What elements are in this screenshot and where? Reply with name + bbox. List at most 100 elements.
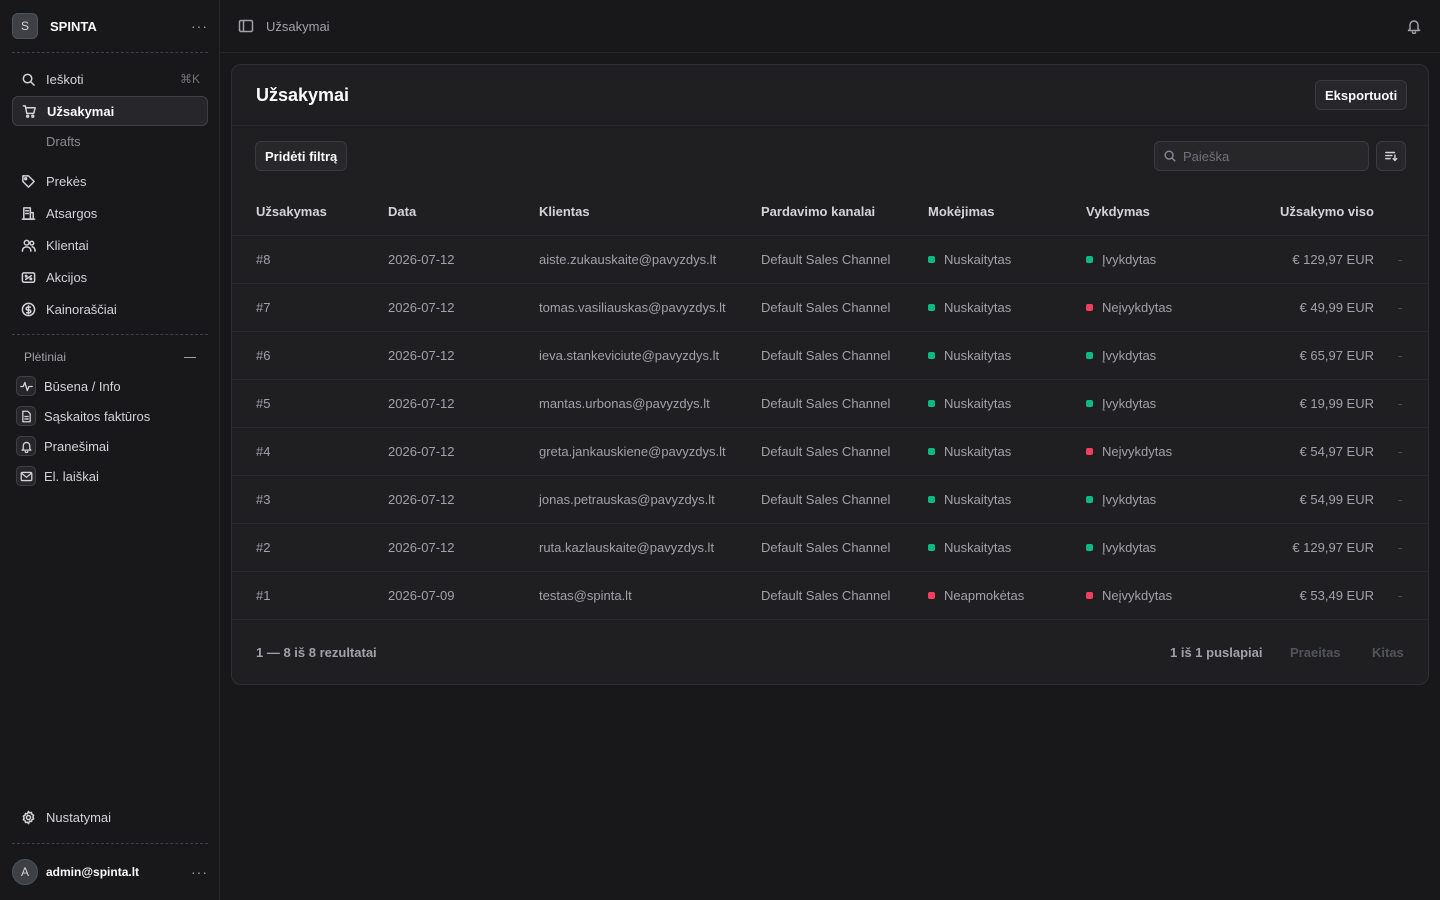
next-page-button[interactable]: Kitas (1372, 645, 1404, 660)
fulfillment-status-label: Neįvykdytas (1102, 588, 1173, 603)
status-dot (928, 352, 935, 359)
order-id: #8 (256, 252, 271, 267)
store-switcher[interactable]: S SPINTA ··· (12, 12, 208, 40)
sidebar-item-price-lists[interactable]: Kainoraščiai (12, 294, 208, 324)
row-action-button[interactable]: - (1398, 588, 1402, 603)
table-row[interactable]: #3 2026-07-12 jonas.petrauskas@pavyzdys.lt… (232, 476, 1428, 524)
order-id: #1 (256, 588, 271, 603)
order-date: 2026-07-09 (388, 588, 455, 603)
table-row[interactable]: #1 2026-07-09 testas@spinta.lt Default Sale… (232, 572, 1428, 620)
order-id: #3 (256, 492, 271, 507)
page-title: Užsakymai (256, 85, 350, 105)
add-filter-button[interactable]: Pridėti filtrą (255, 141, 348, 171)
status-dot (1086, 304, 1093, 311)
status-dot (928, 256, 935, 263)
order-date: 2026-07-12 (388, 444, 455, 459)
order-id: #7 (256, 300, 271, 315)
row-action-button[interactable]: - (1398, 396, 1402, 411)
receipt-icon (20, 269, 36, 285)
table-header: Užsakymas Data Klientas Pardavimo kanala… (232, 187, 1428, 236)
payment-status: Nuskaitytas (928, 300, 1011, 315)
user-menu[interactable]: A admin@spinta.lt ··· (12, 858, 208, 886)
sidebar-item-label: Nustatymai (46, 809, 112, 825)
order-total: € 53,49 EUR (1299, 588, 1374, 603)
column-header-fulfillment[interactable]: Vykdymas (1086, 204, 1150, 219)
row-action-button[interactable]: - (1398, 300, 1402, 315)
row-action-button[interactable]: - (1398, 540, 1402, 555)
tag-icon (20, 173, 36, 189)
sidebar-item-promotions[interactable]: Akcijos (12, 262, 208, 292)
sales-channel: Default Sales Channel (761, 444, 891, 459)
status-dot (928, 544, 935, 551)
table-row[interactable]: #8 2026-07-12 aiste.zukauskaite@pavyzdys.l… (232, 236, 1428, 284)
order-date: 2026-07-12 (388, 492, 455, 507)
avatar: A (12, 859, 38, 885)
column-header-payment[interactable]: Mokėjimas (928, 204, 994, 219)
payment-status-label: Nuskaitytas (944, 396, 1012, 411)
customer-email: jonas.petrauskas@pavyzdys.lt (539, 492, 715, 507)
sidebar-toggle-icon[interactable] (238, 18, 254, 34)
table-row[interactable]: #7 2026-07-12 tomas.vasiliauskas@pavyzdys.… (232, 284, 1428, 332)
sidebar-item-products[interactable]: Prekės (12, 166, 208, 196)
order-date: 2026-07-12 (388, 300, 455, 315)
status-dot (1086, 496, 1093, 503)
sidebar-search[interactable]: Ieškoti ⌘K (12, 64, 208, 94)
row-action-button[interactable]: - (1398, 252, 1402, 267)
extensions-section-header[interactable]: Plėtiniai (24, 350, 196, 364)
row-action-button[interactable]: - (1398, 348, 1402, 363)
sidebar-item-emails[interactable]: El. laiškai (12, 461, 208, 491)
sidebar-item-orders[interactable]: Užsakymai (12, 96, 208, 126)
sort-button[interactable] (1376, 141, 1406, 171)
user-email: admin@spinta.lt (46, 865, 140, 879)
sidebar-item-settings[interactable]: Nustatymai (12, 802, 208, 832)
search-field[interactable] (1154, 141, 1369, 171)
table-row[interactable]: #2 2026-07-12 ruta.kazlauskaite@pavyzdys.l… (232, 524, 1428, 572)
sidebar-item-invoices[interactable]: Sąskaitos faktūros (12, 401, 208, 431)
sidebar-item-inventory[interactable]: Atsargos (12, 198, 208, 228)
search-input[interactable] (1183, 148, 1353, 164)
gear-icon (20, 809, 36, 825)
customer-email: mantas.urbonas@pavyzdys.lt (539, 396, 710, 411)
payment-status-label: Neapmokėtas (944, 588, 1025, 603)
status-dot (1086, 592, 1093, 599)
payment-status: Neapmokėtas (928, 588, 1024, 603)
customer-email: aiste.zukauskaite@pavyzdys.lt (539, 252, 717, 267)
sidebar-search-label: Ieškoti (46, 71, 84, 87)
status-dot (928, 592, 935, 599)
sales-channel: Default Sales Channel (761, 492, 891, 507)
column-header-customer[interactable]: Klientas (539, 204, 590, 219)
sidebar-item-status[interactable]: Būsena / Info (12, 371, 208, 401)
column-header-channel[interactable]: Pardavimo kanalai (761, 204, 875, 219)
sidebar-item-customers[interactable]: Klientai (12, 230, 208, 260)
page-count: 1 iš 1 puslapiai (1170, 645, 1263, 660)
order-total: € 49,99 EUR (1299, 300, 1374, 315)
collapse-icon[interactable] (184, 356, 196, 358)
export-button[interactable]: Eksportuoti (1315, 80, 1408, 110)
store-menu-icon[interactable]: ··· (191, 18, 208, 34)
orders-card: Užsakymai Eksportuoti Pridėti filtrą Užs… (231, 64, 1429, 685)
row-action-button[interactable]: - (1398, 444, 1402, 459)
status-dot (1086, 448, 1093, 455)
order-id: #4 (256, 444, 271, 459)
row-action-button[interactable]: - (1398, 492, 1402, 507)
status-dot (928, 400, 935, 407)
customer-email: testas@spinta.lt (539, 588, 632, 603)
sidebar-item-notifications[interactable]: Pranešimai (12, 431, 208, 461)
sidebar-item-label: Klientai (46, 237, 89, 253)
sidebar-item-drafts[interactable]: Drafts (46, 134, 81, 149)
notifications-bell-icon[interactable] (1406, 18, 1422, 35)
column-header-date[interactable]: Data (388, 204, 416, 219)
table-row[interactable]: #6 2026-07-12 ieva.stankeviciute@pavyzdys.… (232, 332, 1428, 380)
fulfillment-status: Įvykdytas (1086, 492, 1156, 507)
user-menu-icon[interactable]: ··· (191, 864, 208, 880)
column-header-total[interactable]: Užsakymo viso (1280, 204, 1374, 219)
table-row[interactable]: #4 2026-07-12 greta.jankauskiene@pavyzdys.… (232, 428, 1428, 476)
payment-status: Nuskaitytas (928, 492, 1011, 507)
column-header-order[interactable]: Užsakymas (256, 204, 327, 219)
fulfillment-status: Įvykdytas (1086, 348, 1156, 363)
payment-status-label: Nuskaitytas (944, 492, 1012, 507)
status-dot (928, 304, 935, 311)
prev-page-button[interactable]: Praeitas (1290, 645, 1341, 660)
breadcrumb[interactable]: Užsakymai (266, 19, 330, 34)
table-row[interactable]: #5 2026-07-12 mantas.urbonas@pavyzdys.lt De… (232, 380, 1428, 428)
